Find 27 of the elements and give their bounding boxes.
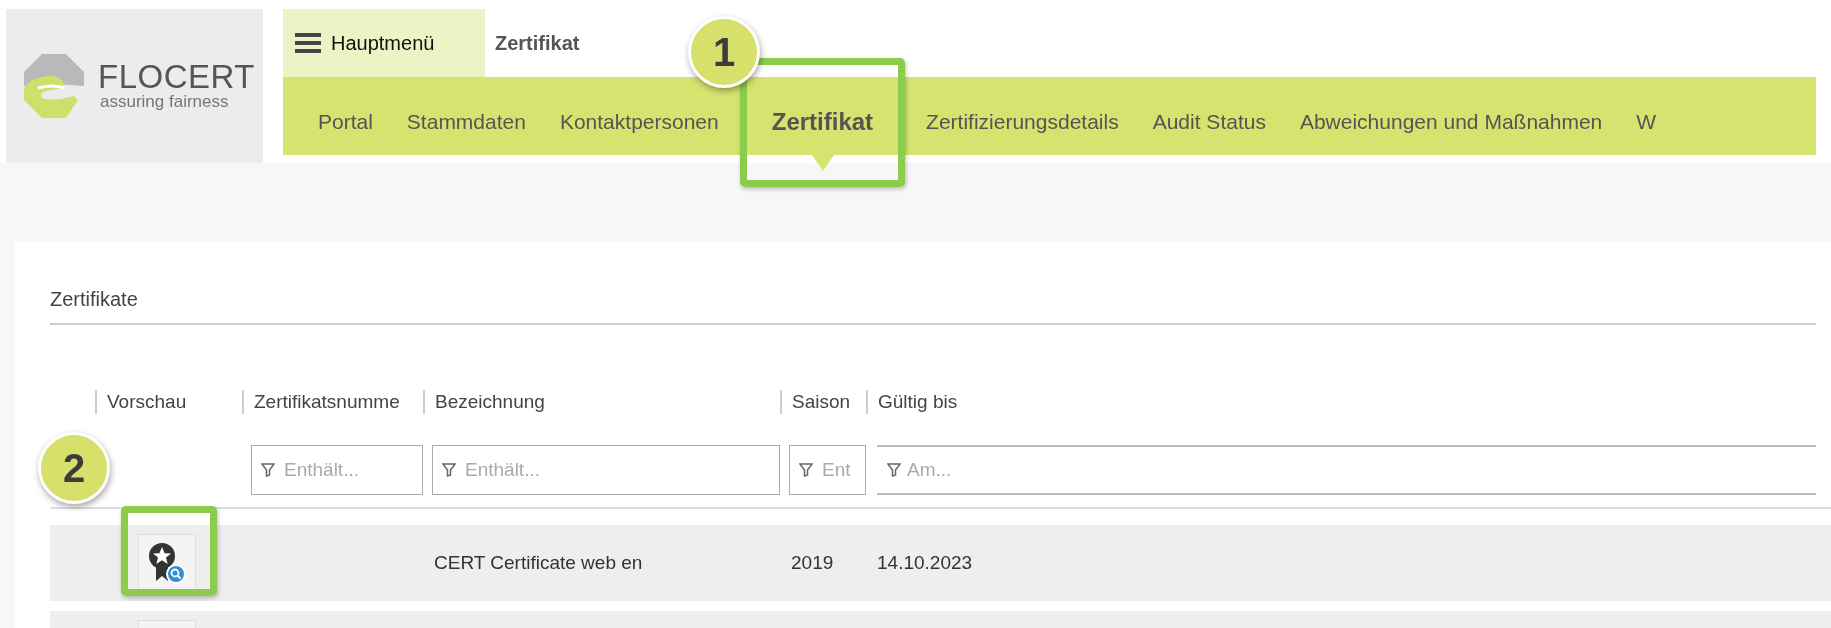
table-cell-text: 2019 [790, 552, 835, 574]
filter-field[interactable]: Ent [789, 445, 866, 495]
filter-field[interactable]: Enthält... [251, 445, 423, 495]
column-header[interactable]: Vorschau [95, 390, 242, 414]
nav-tab[interactable]: Abweichungen und Maßnahmen [1282, 110, 1620, 134]
logo-tagline: assuring fairness [99, 93, 230, 112]
column-header[interactable]: Gültig bis [866, 390, 1816, 414]
nav-tab[interactable]: W [1619, 110, 1674, 134]
certificate-icon [147, 541, 187, 585]
filter-field[interactable]: Am... [877, 445, 1816, 495]
column-header[interactable]: Bezeichnung [423, 390, 780, 414]
menu-icon [295, 32, 321, 54]
nav-tab[interactable]: Zertifizierungsdetails [909, 110, 1136, 134]
logo-name: FLOCERT [98, 60, 255, 94]
panel-title: Zertifikate [50, 242, 1816, 325]
main-menu-button[interactable]: Hauptmenü [283, 9, 485, 77]
nav-tab[interactable]: Zertifikat [735, 108, 910, 136]
nav-tab[interactable]: Stammdaten [389, 110, 543, 134]
nav-tab[interactable]: Kontaktpersonen [542, 110, 736, 134]
nav-tab[interactable]: Audit Status [1135, 110, 1283, 134]
column-header[interactable]: Saison [780, 390, 866, 414]
nav-tab[interactable]: Portal [301, 110, 390, 134]
column-header[interactable]: Zertifikatsnumme [242, 390, 423, 414]
breadcrumb: Zertifikat [495, 31, 580, 55]
filter-field[interactable]: Enthält... [432, 445, 780, 495]
table-cell-text: 14.10.2023 [876, 552, 974, 574]
table-cell-text: CERT Certificate web en [433, 552, 644, 574]
